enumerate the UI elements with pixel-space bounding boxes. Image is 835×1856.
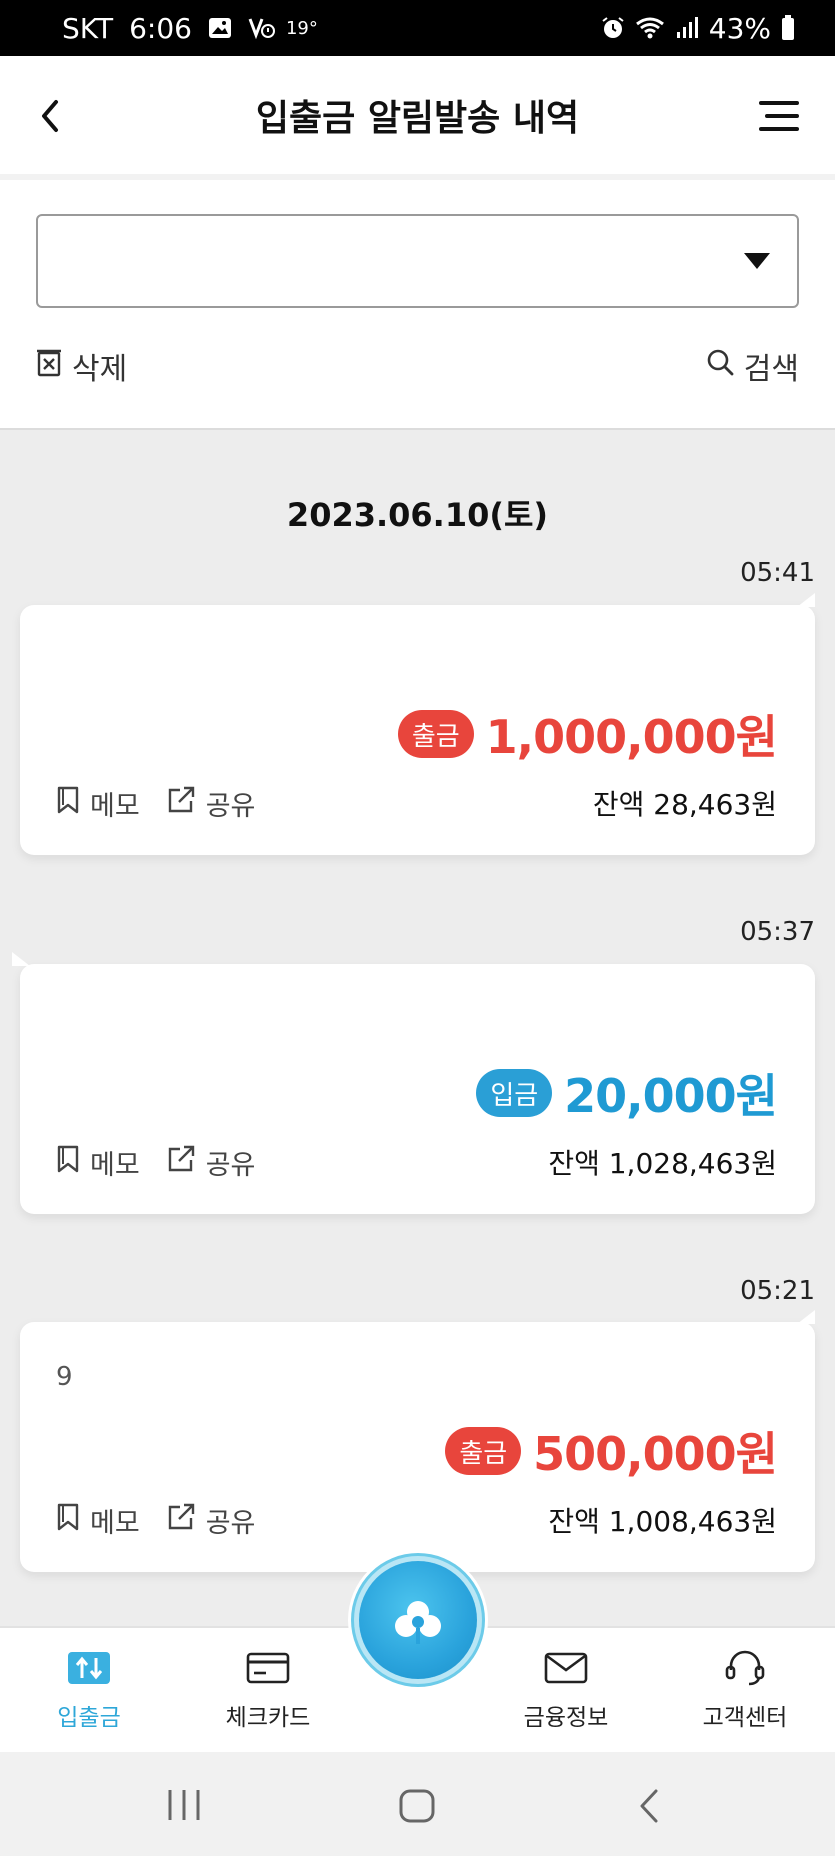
transaction-time: 05:41	[740, 558, 815, 588]
bookmark-icon	[56, 1502, 80, 1539]
transaction-card[interactable]: 출금 1,000,000원 메모 공유 잔액 28,463원	[20, 593, 815, 855]
share-label: 공유	[205, 790, 256, 822]
nav-item-deposit-withdraw[interactable]: 입출금	[14, 1650, 164, 1732]
balance-text: 잔액 1,008,463원	[548, 1505, 777, 1538]
temperature: 19°	[285, 17, 318, 39]
share-icon	[166, 785, 196, 822]
signal-icon	[675, 16, 699, 40]
system-back-icon[interactable]	[636, 1788, 664, 1828]
amount-row: 입금 20,000원	[476, 1060, 778, 1126]
transaction-amount: 20,000원	[564, 1069, 778, 1123]
share-label: 공유	[205, 1507, 256, 1539]
system-nav-bar	[0, 1752, 835, 1856]
amount-row: 출금 500,000원	[445, 1418, 778, 1484]
nav-label: 고객센터	[702, 1705, 788, 1731]
recent-apps-icon[interactable]	[166, 1788, 202, 1826]
account-select[interactable]	[36, 214, 799, 308]
filter-panel: 삭제 검색	[0, 180, 835, 430]
gallery-icon	[208, 17, 232, 39]
withdraw-badge: 출금	[397, 710, 474, 758]
back-icon[interactable]	[34, 96, 68, 136]
carrier: SKT	[62, 11, 114, 45]
battery-level: 43%	[708, 11, 771, 45]
wifi-icon	[635, 16, 665, 40]
headset-icon	[723, 1650, 767, 1692]
memo-label: 메모	[90, 790, 140, 822]
bookmark-icon	[56, 1144, 80, 1181]
share-button[interactable]: 공유	[166, 1143, 256, 1182]
status-bar: SKT 6:06 19° 43%	[0, 0, 835, 56]
transaction-time: 05:37	[740, 917, 815, 947]
memo-button[interactable]: 메모	[56, 1501, 140, 1540]
caret-down-icon	[743, 252, 771, 270]
deposit-badge: 입금	[476, 1069, 553, 1117]
balance-text: 잔액 28,463원	[592, 788, 777, 821]
nav-item-check-card[interactable]: 체크카드	[193, 1650, 343, 1732]
alarm-icon	[601, 16, 625, 40]
search-icon	[706, 348, 734, 384]
cloud-logo-icon	[359, 1561, 477, 1679]
search-button[interactable]: 검색	[706, 344, 799, 388]
share-label: 공유	[205, 1149, 256, 1181]
nav-item-financial-info[interactable]: 금융정보	[491, 1650, 641, 1732]
transaction-amount: 1,000,000원	[485, 710, 778, 764]
nav-label: 입출금	[57, 1705, 121, 1731]
memo-button[interactable]: 메모	[56, 1143, 140, 1182]
transaction-card[interactable]: 입금 20,000원 메모 공유 잔액 1,028,463원	[12, 952, 815, 1214]
trash-icon	[36, 347, 62, 385]
share-button[interactable]: 공유	[166, 784, 256, 823]
delete-button[interactable]: 삭제	[36, 344, 127, 388]
home-icon[interactable]	[398, 1788, 436, 1828]
share-icon	[166, 1502, 196, 1539]
battery-icon	[781, 15, 795, 41]
app-header: 입출금 알림발송 내역	[0, 56, 835, 180]
center-action-button[interactable]	[348, 1550, 488, 1690]
transfer-icon	[67, 1650, 111, 1692]
filter-actions: 삭제 검색	[36, 344, 799, 388]
nav-item-customer-center[interactable]: 고객센터	[670, 1650, 820, 1732]
transaction-card[interactable]: 9 출금 500,000원 메모 공유 잔액 1,008,463원	[20, 1310, 815, 1572]
page-title: 입출금 알림발송 내역	[255, 98, 580, 139]
transaction-amount: 500,000원	[533, 1427, 778, 1481]
memo-label: 메모	[90, 1507, 140, 1539]
delete-label: 삭제	[72, 352, 128, 387]
volte-icon	[248, 16, 276, 40]
search-label: 검색	[743, 352, 799, 387]
card-footer: 메모 공유 잔액 1,008,463원	[56, 1500, 777, 1540]
card-footer: 메모 공유 잔액 28,463원	[56, 783, 777, 823]
hamburger-menu-icon[interactable]	[757, 100, 799, 132]
share-button[interactable]: 공유	[166, 1501, 256, 1540]
amount-row: 출금 1,000,000원	[397, 701, 778, 767]
mail-icon	[544, 1650, 588, 1692]
transaction-time: 05:21	[740, 1276, 815, 1306]
date-heading: 2023.06.10(토)	[286, 496, 549, 534]
card-footer: 메모 공유 잔액 1,028,463원	[56, 1142, 777, 1182]
transaction-description: 9	[56, 1362, 73, 1392]
memo-button[interactable]: 메모	[56, 784, 140, 823]
share-icon	[166, 1144, 196, 1181]
card-icon	[246, 1650, 290, 1692]
bookmark-icon	[56, 785, 80, 822]
nav-label: 금융정보	[523, 1705, 609, 1731]
nav-label: 체크카드	[225, 1705, 311, 1731]
balance-text: 잔액 1,028,463원	[548, 1147, 777, 1180]
clock: 6:06	[129, 11, 192, 45]
withdraw-badge: 출금	[445, 1427, 522, 1475]
memo-label: 메모	[90, 1149, 140, 1181]
